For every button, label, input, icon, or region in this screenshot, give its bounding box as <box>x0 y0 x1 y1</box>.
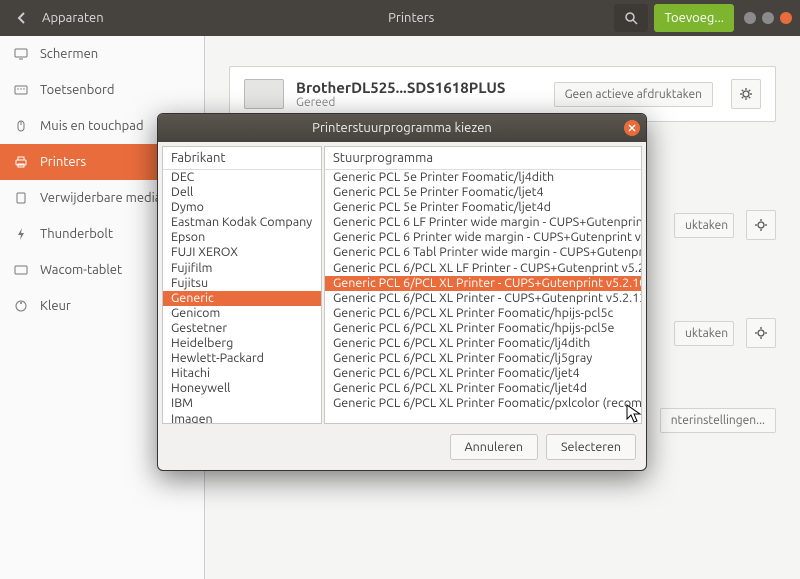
manufacturer-item[interactable]: Hewlett-Packard <box>163 351 321 366</box>
manufacturer-item[interactable]: Eastman Kodak Company <box>163 215 321 230</box>
window-controls <box>744 12 792 24</box>
sidebar-item-label: Verwijderbare media <box>40 191 161 205</box>
manufacturer-item[interactable]: Heidelberg <box>163 336 321 351</box>
driver-item[interactable]: Generic PCL 5e Printer Foomatic/lj4dith <box>325 170 641 185</box>
sidebar-item-toetsenbord[interactable]: Toetsenbord <box>0 72 204 108</box>
mouse-icon <box>14 119 28 133</box>
gear-icon <box>739 87 753 101</box>
driver-item[interactable]: Generic PCL 6/PCL XL Printer - CUPS+Gute… <box>325 276 641 291</box>
thunderbolt-icon <box>14 227 28 241</box>
manufacturer-item[interactable]: Generic <box>163 291 321 306</box>
display-icon <box>14 47 28 61</box>
dialog-close-button[interactable] <box>624 120 640 136</box>
sidebar-item-label: Kleur <box>40 299 71 313</box>
manufacturer-panel: Fabrikant DECDellDymoEastman Kodak Compa… <box>162 146 322 424</box>
driver-item[interactable]: Generic PCL 6/PCL XL Printer Foomatic/lj… <box>325 381 641 396</box>
gear-icon <box>754 326 768 340</box>
chevron-left-icon <box>16 12 28 24</box>
manufacturer-item[interactable]: Epson <box>163 230 321 245</box>
header-bar: Apparaten Printers Toevoeg... <box>0 0 800 36</box>
print-jobs-status[interactable]: Geen actieve afdruktaken <box>554 82 713 107</box>
tablet-icon <box>14 263 28 277</box>
manufacturer-list[interactable]: DECDellDymoEastman Kodak CompanyEpsonFUJ… <box>163 170 321 423</box>
driver-item[interactable]: Generic PCL 6/PCL XL Printer - CUPS+Gute… <box>325 291 641 306</box>
printer-name: BrotherDL525...SDS1618PLUS <box>296 79 542 96</box>
manufacturer-header: Fabrikant <box>163 147 321 170</box>
printer-status: Gereed <box>296 96 542 109</box>
printer-settings-link[interactable]: nterinstellingen... <box>660 408 776 433</box>
manufacturer-item[interactable]: Imagen <box>163 412 321 424</box>
manufacturer-item[interactable]: IBM <box>163 396 321 411</box>
search-icon <box>624 11 638 25</box>
driver-item[interactable]: Generic PCL 6/PCL XL Printer Foomatic/hp… <box>325 306 641 321</box>
manufacturer-item[interactable]: Dymo <box>163 200 321 215</box>
removable-media-icon <box>14 191 28 205</box>
sidebar-item-label: Schermen <box>40 47 98 61</box>
driver-item[interactable]: Generic PCL 6 Tabl Printer wide margin -… <box>325 245 641 260</box>
close-icon <box>628 124 636 132</box>
add-printer-label: Toevoeg... <box>664 11 724 25</box>
driver-item[interactable]: Generic PCL 6/PCL XL Printer Foomatic/hp… <box>325 321 641 336</box>
driver-list[interactable]: Generic PCL 5e Printer Foomatic/lj4dithG… <box>325 170 641 423</box>
cancel-button[interactable]: Annuleren <box>450 434 538 460</box>
close-window-button[interactable] <box>780 12 792 24</box>
manufacturer-item[interactable]: DEC <box>163 170 321 185</box>
color-icon <box>14 299 28 313</box>
printer-settings-button[interactable] <box>746 210 776 240</box>
printer-image <box>244 79 284 109</box>
header-subtitle: Apparaten <box>36 11 214 25</box>
dialog-titlebar: Printerstuurprogramma kiezen <box>158 114 646 142</box>
driver-header: Stuurprogramma <box>325 147 641 170</box>
manufacturer-item[interactable]: Fujifilm <box>163 261 321 276</box>
minimize-button[interactable] <box>744 12 756 24</box>
manufacturer-item[interactable]: Fujitsu <box>163 276 321 291</box>
driver-item[interactable]: Generic PCL 6/PCL XL Printer Foomatic/lj… <box>325 366 641 381</box>
printer-settings-button[interactable] <box>746 318 776 348</box>
manufacturer-item[interactable]: Honeywell <box>163 381 321 396</box>
driver-panel: Stuurprogramma Generic PCL 5e Printer Fo… <box>324 146 642 424</box>
driver-item[interactable]: Generic PCL 6/PCL XL Printer Foomatic/lj… <box>325 336 641 351</box>
sidebar-item-label: Thunderbolt <box>40 227 113 241</box>
driver-item[interactable]: Generic PCL 6 Printer wide margin - CUPS… <box>325 230 641 245</box>
printer-icon <box>14 155 28 169</box>
sidebar-item-schermen[interactable]: Schermen <box>0 36 204 72</box>
manufacturer-item[interactable]: FUJI XEROX <box>163 245 321 260</box>
dialog-title: Printerstuurprogramma kiezen <box>312 121 492 135</box>
manufacturer-item[interactable]: Gestetner <box>163 321 321 336</box>
keyboard-icon <box>14 83 28 97</box>
manufacturer-item[interactable]: Genicom <box>163 306 321 321</box>
select-button[interactable]: Selecteren <box>546 434 636 460</box>
driver-item[interactable]: Generic PCL 6 LF Printer wide margin - C… <box>325 215 641 230</box>
driver-item[interactable]: Generic PCL 5e Printer Foomatic/ljet4d <box>325 200 641 215</box>
manufacturer-item[interactable]: Dell <box>163 185 321 200</box>
sidebar-item-label: Printers <box>40 155 86 169</box>
manufacturer-item[interactable]: Hitachi <box>163 366 321 381</box>
sidebar-item-label: Wacom-tablet <box>40 263 122 277</box>
sidebar-item-label: Toetsenbord <box>40 83 114 97</box>
printer-settings-button[interactable] <box>731 79 761 109</box>
maximize-button[interactable] <box>762 12 774 24</box>
gear-icon <box>754 218 768 232</box>
driver-item[interactable]: Generic PCL 6/PCL XL Printer Foomatic/px… <box>325 396 641 411</box>
driver-select-dialog: Printerstuurprogramma kiezen Fabrikant D… <box>157 113 647 471</box>
driver-item[interactable]: Generic PCL 6/PCL XL LF Printer - CUPS+G… <box>325 261 641 276</box>
dialog-footer: Annuleren Selecteren <box>158 424 646 470</box>
add-printer-button[interactable]: Toevoeg... <box>654 4 734 32</box>
page-title: Printers <box>214 11 608 25</box>
search-button[interactable] <box>614 4 648 32</box>
print-jobs-status-partial[interactable]: uktaken <box>674 213 734 238</box>
back-button[interactable] <box>8 12 36 24</box>
driver-item[interactable]: Generic PCL 6/PCL XL Printer Foomatic/lj… <box>325 351 641 366</box>
print-jobs-status-partial[interactable]: uktaken <box>674 321 734 346</box>
driver-item[interactable]: Generic PCL 5e Printer Foomatic/ljet4 <box>325 185 641 200</box>
sidebar-item-label: Muis en touchpad <box>40 119 144 133</box>
